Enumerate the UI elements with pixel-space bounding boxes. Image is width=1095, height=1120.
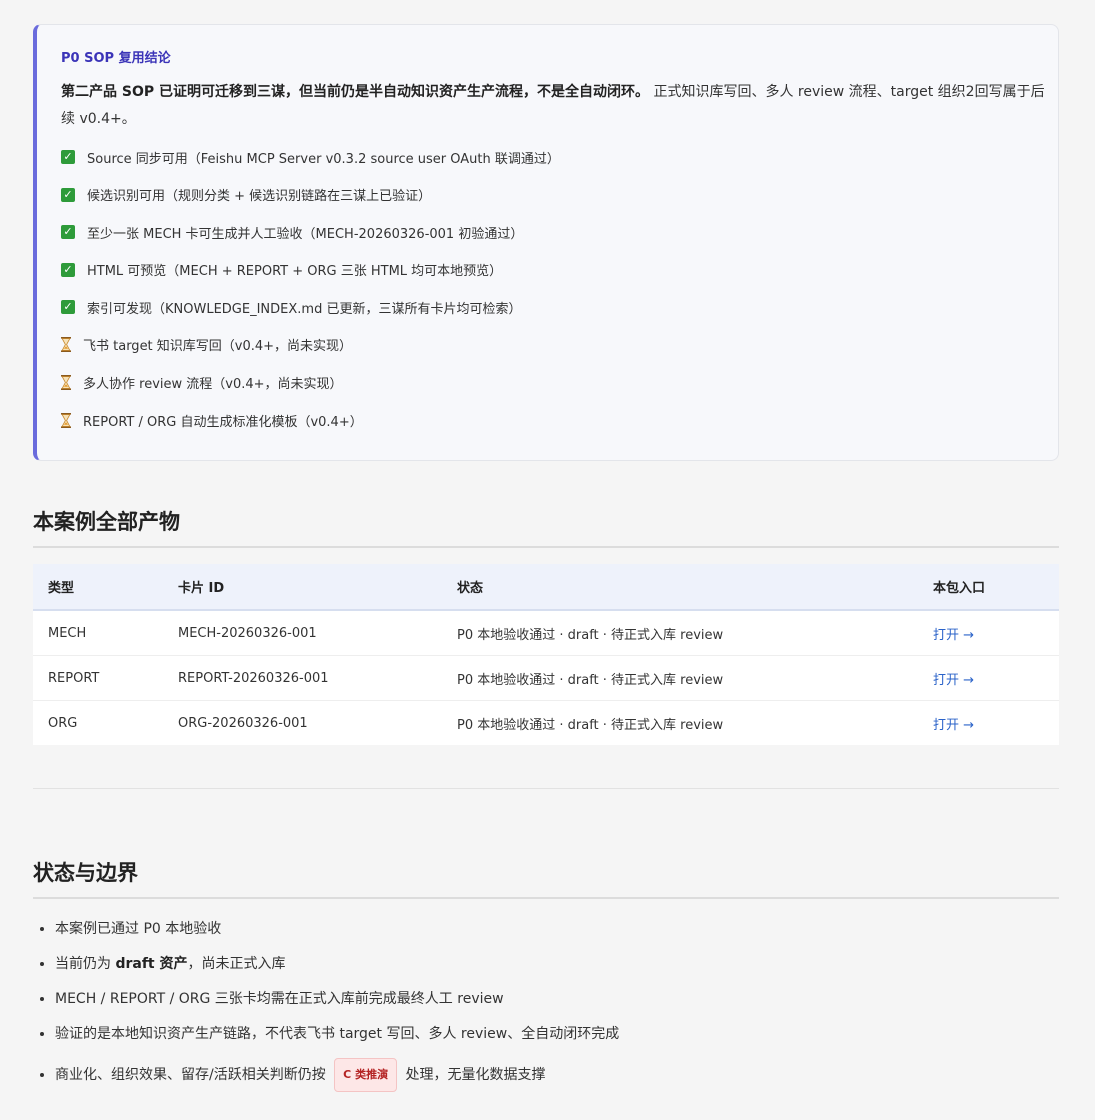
cell-status: P0 本地验收通过 · draft · 待正式入库 review: [457, 627, 724, 643]
checklist-item: ✓ 候选识别可用（规则分类 + 候选识别链路在三谋上已验证）: [61, 185, 560, 205]
list-item-bold: draft 资产: [115, 956, 188, 972]
list-item-pre: 当前仍为: [55, 956, 116, 972]
page: P0 SOP 复用结论 第二产品 SOP 已证明可迁移到三谋，但当前仍是半自动知…: [0, 0, 1095, 1120]
list-item: 验证的是本地知识资产生产链路，不代表飞书 target 写回、多人 review…: [55, 1023, 619, 1058]
cell-type: ORG: [48, 715, 78, 731]
checklist-item: 多人协作 review 流程（v0.4+，尚未实现）: [61, 373, 560, 393]
column-header-entry: 本包入口: [933, 581, 986, 596]
checklist-item-text: 索引可发现（KNOWLEDGE_INDEX.md 已更新，三谋所有卡片均可检索）: [87, 301, 522, 317]
checklist-item: 飞书 target 知识库写回（v0.4+，尚未实现）: [61, 335, 560, 355]
table-row: ORG ORG-20260326-001 P0 本地验收通过 · draft ·…: [33, 701, 1059, 745]
artifacts-table: 类型 卡片 ID 状态 本包入口 MECH MECH-20260326-001 …: [33, 564, 1059, 745]
callout-summary: 第二产品 SOP 已证明可迁移到三谋，但当前仍是半自动知识资产生产流程，不是全自…: [61, 79, 1046, 133]
column-header-card-id: 卡片 ID: [178, 581, 225, 596]
check-icon: ✓: [61, 187, 75, 202]
table-header-row: 类型 卡片 ID 状态 本包入口: [33, 564, 1059, 611]
cell-type: REPORT: [48, 670, 100, 686]
check-icon: ✓: [61, 262, 75, 277]
checklist-item-text: 多人协作 review 流程（v0.4+，尚未实现）: [83, 377, 343, 393]
checklist-item: ✓ 至少一张 MECH 卡可生成并人工验收（MECH-20260326-001 初…: [61, 222, 560, 242]
checklist-item-text: 候选识别可用（规则分类 + 候选识别链路在三谋上已验证）: [87, 189, 432, 205]
checklist-item-text: 飞书 target 知识库写回（v0.4+，尚未实现）: [83, 339, 353, 355]
checklist-item-text: Source 同步可用（Feishu MCP Server v0.3.2 sou…: [87, 151, 560, 167]
hourglass-icon: [61, 412, 71, 428]
callout-summary-bold: 第二产品 SOP 已证明可迁移到三谋，但当前仍是半自动知识资产生产流程，不是全自…: [61, 84, 649, 100]
list-item: 当前仍为 draft 资产，尚未正式入库: [55, 953, 619, 988]
table-row: REPORT REPORT-20260326-001 P0 本地验收通过 · d…: [33, 656, 1059, 701]
cell-status: P0 本地验收通过 · draft · 待正式入库 review: [457, 717, 724, 733]
list-item-text: 验证的是本地知识资产生产链路，不代表飞书 target 写回、多人 review…: [55, 1026, 620, 1042]
list-item-text: 本案例已通过 P0 本地验收: [55, 921, 222, 937]
open-link[interactable]: 打开 →: [933, 701, 974, 745]
list-item-post: 处理，无量化数据支撑: [401, 1067, 546, 1083]
checklist-item: ✓ HTML 可预览（MECH + REPORT + ORG 三张 HTML 均可…: [61, 260, 560, 280]
check-icon: ✓: [61, 300, 75, 315]
checklist-item-text: 至少一张 MECH 卡可生成并人工验收（MECH-20260326-001 初验…: [87, 226, 524, 242]
hourglass-icon: [61, 375, 71, 391]
list-item: 商业化、组织效果、留存/活跃相关判断仍按 C 类推演 处理，无量化数据支撑: [55, 1058, 619, 1093]
cell-status: P0 本地验收通过 · draft · 待正式入库 review: [457, 672, 724, 688]
open-link[interactable]: 打开 →: [933, 611, 974, 655]
table-row: MECH MECH-20260326-001 P0 本地验收通过 · draft…: [33, 611, 1059, 656]
hourglass-icon: [61, 337, 71, 353]
boundary-heading: 状态与边界: [33, 857, 1059, 899]
checklist-item-text: REPORT / ORG 自动生成标准化模板（v0.4+）: [83, 414, 363, 430]
list-item: 本案例已通过 P0 本地验收: [55, 918, 619, 953]
section-divider: [33, 788, 1059, 789]
checklist-item: REPORT / ORG 自动生成标准化模板（v0.4+）: [61, 410, 560, 430]
column-header-status: 状态: [457, 581, 484, 596]
list-item-pre: 商业化、组织效果、留存/活跃相关判断仍按: [55, 1067, 331, 1083]
list-item-text: MECH / REPORT / ORG 三张卡均需在正式入库前完成最终人工 re…: [55, 991, 504, 1007]
boundary-list: 本案例已通过 P0 本地验收 当前仍为 draft 资产，尚未正式入库 MECH…: [33, 918, 619, 1093]
checklist: ✓ Source 同步可用（Feishu MCP Server v0.3.2 so…: [61, 147, 560, 448]
cell-card-id: REPORT-20260326-001: [178, 670, 329, 686]
list-item-post: ，尚未正式入库: [187, 956, 286, 972]
cell-card-id: ORG-20260326-001: [178, 715, 308, 731]
open-link[interactable]: 打开 →: [933, 656, 974, 700]
inference-badge: C 类推演: [334, 1058, 398, 1092]
checklist-item: ✓ 索引可发现（KNOWLEDGE_INDEX.md 已更新，三谋所有卡片均可检索…: [61, 297, 560, 317]
check-icon: ✓: [61, 225, 75, 240]
artifacts-heading: 本案例全部产物: [33, 506, 1059, 548]
list-item: MECH / REPORT / ORG 三张卡均需在正式入库前完成最终人工 re…: [55, 988, 619, 1023]
sop-conclusion-callout: P0 SOP 复用结论 第二产品 SOP 已证明可迁移到三谋，但当前仍是半自动知…: [33, 24, 1059, 461]
check-icon: ✓: [61, 150, 75, 164]
checklist-item: ✓ Source 同步可用（Feishu MCP Server v0.3.2 so…: [61, 147, 560, 167]
cell-type: MECH: [48, 625, 87, 641]
callout-title: P0 SOP 复用结论: [61, 51, 171, 66]
cell-card-id: MECH-20260326-001: [178, 625, 317, 641]
checklist-item-text: HTML 可预览（MECH + REPORT + ORG 三张 HTML 均可本…: [87, 264, 503, 280]
column-header-type: 类型: [48, 581, 75, 596]
